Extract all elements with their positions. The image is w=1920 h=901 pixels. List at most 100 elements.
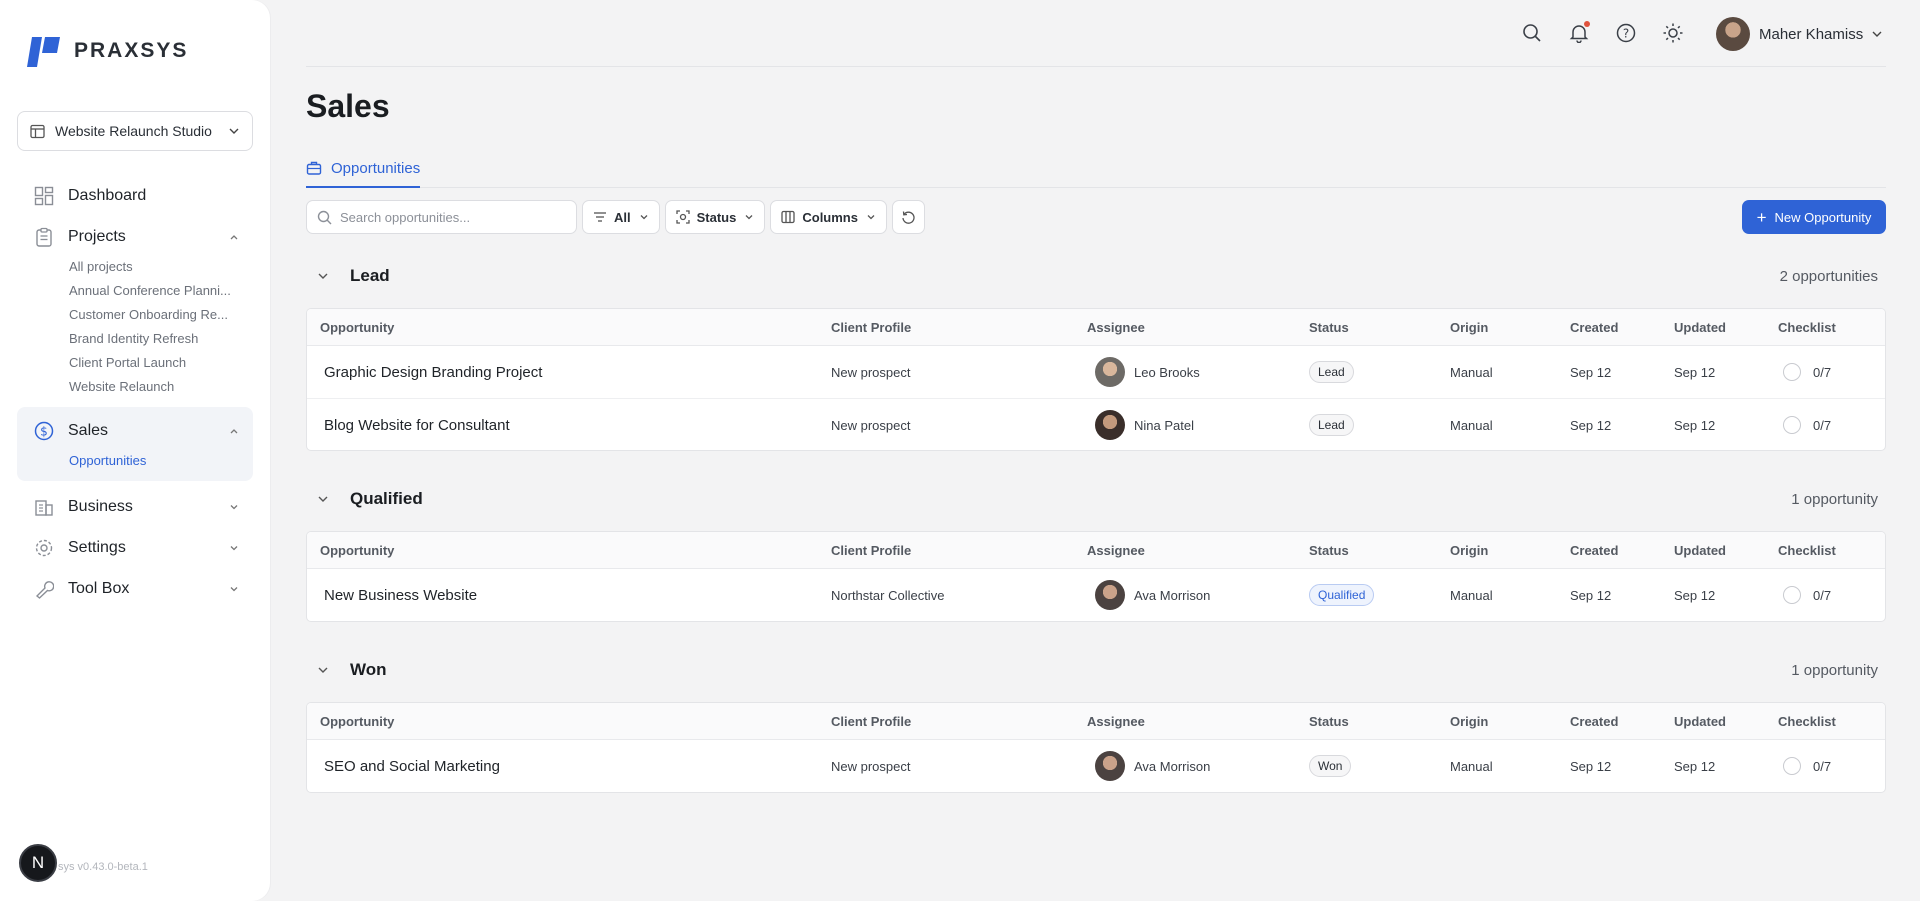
table-row[interactable]: Blog Website for Consultant New prospect… (307, 398, 1885, 450)
status-cell: Lead (1309, 399, 1354, 450)
workspace-name: Website Relaunch Studio (55, 123, 212, 139)
sidebar-subitem-project[interactable]: Client Portal Launch (69, 351, 247, 375)
group-name: Lead (350, 266, 390, 285)
sun-icon[interactable] (1660, 20, 1686, 46)
table-row[interactable]: SEO and Social Marketing New prospect Av… (307, 740, 1885, 792)
sidebar-subitem-opportunities[interactable]: Opportunities (69, 449, 247, 473)
column-header[interactable]: Assignee (1087, 309, 1145, 346)
assignee-name: Nina Patel (1134, 417, 1194, 433)
checklist-progress: 0/7 (1813, 364, 1832, 380)
new-opportunity-button[interactable]: + New Opportunity (1742, 200, 1886, 234)
column-header[interactable]: Client Profile (831, 532, 911, 569)
tab-opportunities[interactable]: Opportunities (306, 150, 421, 188)
chevron-down-icon (640, 215, 648, 220)
columns-dropdown[interactable]: Columns (770, 200, 887, 234)
app-name: PRAXSYS (74, 39, 189, 62)
search-input[interactable] (340, 209, 560, 225)
table-row[interactable]: Graphic Design Branding Project New pros… (307, 346, 1885, 398)
assignee-cell[interactable]: Ava Morrison (1095, 740, 1210, 792)
refresh-button[interactable] (891, 200, 925, 234)
bell-icon[interactable] (1566, 20, 1592, 46)
status-cell: Qualified (1309, 569, 1375, 621)
opportunities-table: Opportunity Client Profile Assignee Stat… (306, 531, 1886, 622)
column-header[interactable]: Updated (1674, 703, 1726, 740)
updated-date: Sep 12 (1674, 587, 1716, 603)
column-header[interactable]: Status (1309, 703, 1349, 740)
chevron-down-icon[interactable] (311, 264, 335, 288)
column-header[interactable]: Checklist (1778, 532, 1836, 569)
assignee-cell[interactable]: Nina Patel (1095, 399, 1194, 450)
column-header[interactable]: Status (1309, 532, 1349, 569)
opportunity-name[interactable]: New Business Website (324, 569, 477, 621)
opportunity-name[interactable]: Graphic Design Branding Project (324, 346, 542, 398)
sidebar-item-sales[interactable]: $ Sales (17, 413, 253, 449)
help-icon[interactable]: ? (1613, 20, 1639, 46)
group-header: Lead 2 opportunities (306, 258, 1886, 294)
column-header[interactable]: Created (1570, 703, 1618, 740)
chevron-down-icon (1872, 31, 1882, 37)
sidebar-subitem-project[interactable]: Annual Conference Planni... (69, 279, 247, 303)
sidebar-item-settings[interactable]: Settings (17, 530, 253, 566)
sidebar-item-dashboard[interactable]: Dashboard (17, 178, 253, 214)
chevron-down-icon (229, 128, 239, 134)
sidebar-item-projects[interactable]: Projects (17, 219, 253, 255)
search-icon[interactable] (1519, 20, 1545, 46)
opportunities-table: Opportunity Client Profile Assignee Stat… (306, 308, 1886, 451)
column-header[interactable]: Created (1570, 532, 1618, 569)
sidebar-subitem-project[interactable]: Website Relaunch (69, 375, 247, 399)
column-header[interactable]: Origin (1450, 309, 1488, 346)
assignee-cell[interactable]: Ava Morrison (1095, 569, 1210, 621)
checklist-cell[interactable]: 0/7 (1783, 346, 1831, 398)
table-row[interactable]: New Business Website Northstar Collectiv… (307, 569, 1885, 621)
opportunity-name[interactable]: SEO and Social Marketing (324, 740, 500, 792)
column-header[interactable]: Client Profile (831, 309, 911, 346)
column-header[interactable]: Updated (1674, 309, 1726, 346)
chevron-up-icon (230, 429, 238, 434)
column-header[interactable]: Client Profile (831, 703, 911, 740)
column-header[interactable]: Opportunity (320, 532, 394, 569)
projects-submenu: All projects Annual Conference Planni...… (17, 255, 253, 399)
user-menu[interactable]: Maher Khamiss (1716, 16, 1883, 52)
checklist-cell[interactable]: 0/7 (1783, 740, 1831, 792)
group-header: Won 1 opportunity (306, 652, 1886, 688)
dev-tools-badge[interactable]: N (19, 844, 57, 882)
column-header[interactable]: Created (1570, 309, 1618, 346)
sidebar-item-label: Business (68, 498, 133, 515)
sidebar-item-business[interactable]: Business (17, 489, 253, 525)
column-header[interactable]: Checklist (1778, 703, 1836, 740)
status-cell: Won (1309, 740, 1352, 792)
sidebar-subitem-project[interactable]: Customer Onboarding Re... (69, 303, 247, 327)
column-header[interactable]: Status (1309, 309, 1349, 346)
opportunity-name[interactable]: Blog Website for Consultant (324, 399, 510, 450)
chevron-down-icon (867, 215, 875, 220)
column-header[interactable]: Opportunity (320, 703, 394, 740)
column-header[interactable]: Updated (1674, 532, 1726, 569)
column-header[interactable]: Origin (1450, 532, 1488, 569)
workspace-selector[interactable]: Website Relaunch Studio (17, 111, 253, 151)
sidebar-item-label: Settings (68, 539, 126, 556)
sales-section: $ Sales Opportunities (17, 407, 253, 481)
client-profile: New prospect (831, 417, 911, 433)
clipboard-icon (36, 227, 52, 247)
column-header[interactable]: Assignee (1087, 703, 1145, 740)
status-label: Status (696, 209, 737, 225)
sidebar: PRAXSYS Website Relaunch Studio Dashboar… (0, 0, 270, 901)
chevron-up-icon (230, 235, 238, 240)
checklist-cell[interactable]: 0/7 (1783, 399, 1831, 450)
checklist-cell[interactable]: 0/7 (1783, 569, 1831, 621)
sidebar-subitem-all-projects[interactable]: All projects (69, 255, 247, 279)
status-dropdown[interactable]: Status (664, 200, 766, 234)
chevron-down-icon[interactable] (311, 487, 335, 511)
column-header[interactable]: Origin (1450, 703, 1488, 740)
tab-bar: Opportunities (306, 150, 1886, 188)
sidebar-subitem-project[interactable]: Brand Identity Refresh (69, 327, 247, 351)
column-header[interactable]: Assignee (1087, 532, 1145, 569)
assignee-cell[interactable]: Leo Brooks (1095, 346, 1200, 398)
filter-dropdown[interactable]: All (582, 200, 660, 234)
chevron-down-icon[interactable] (311, 658, 335, 682)
column-header[interactable]: Checklist (1778, 309, 1836, 346)
sidebar-item-toolbox[interactable]: Tool Box (17, 571, 253, 607)
app-logo[interactable]: PRAXSYS (26, 33, 188, 69)
column-header[interactable]: Opportunity (320, 309, 394, 346)
created-date: Sep 12 (1570, 587, 1612, 603)
